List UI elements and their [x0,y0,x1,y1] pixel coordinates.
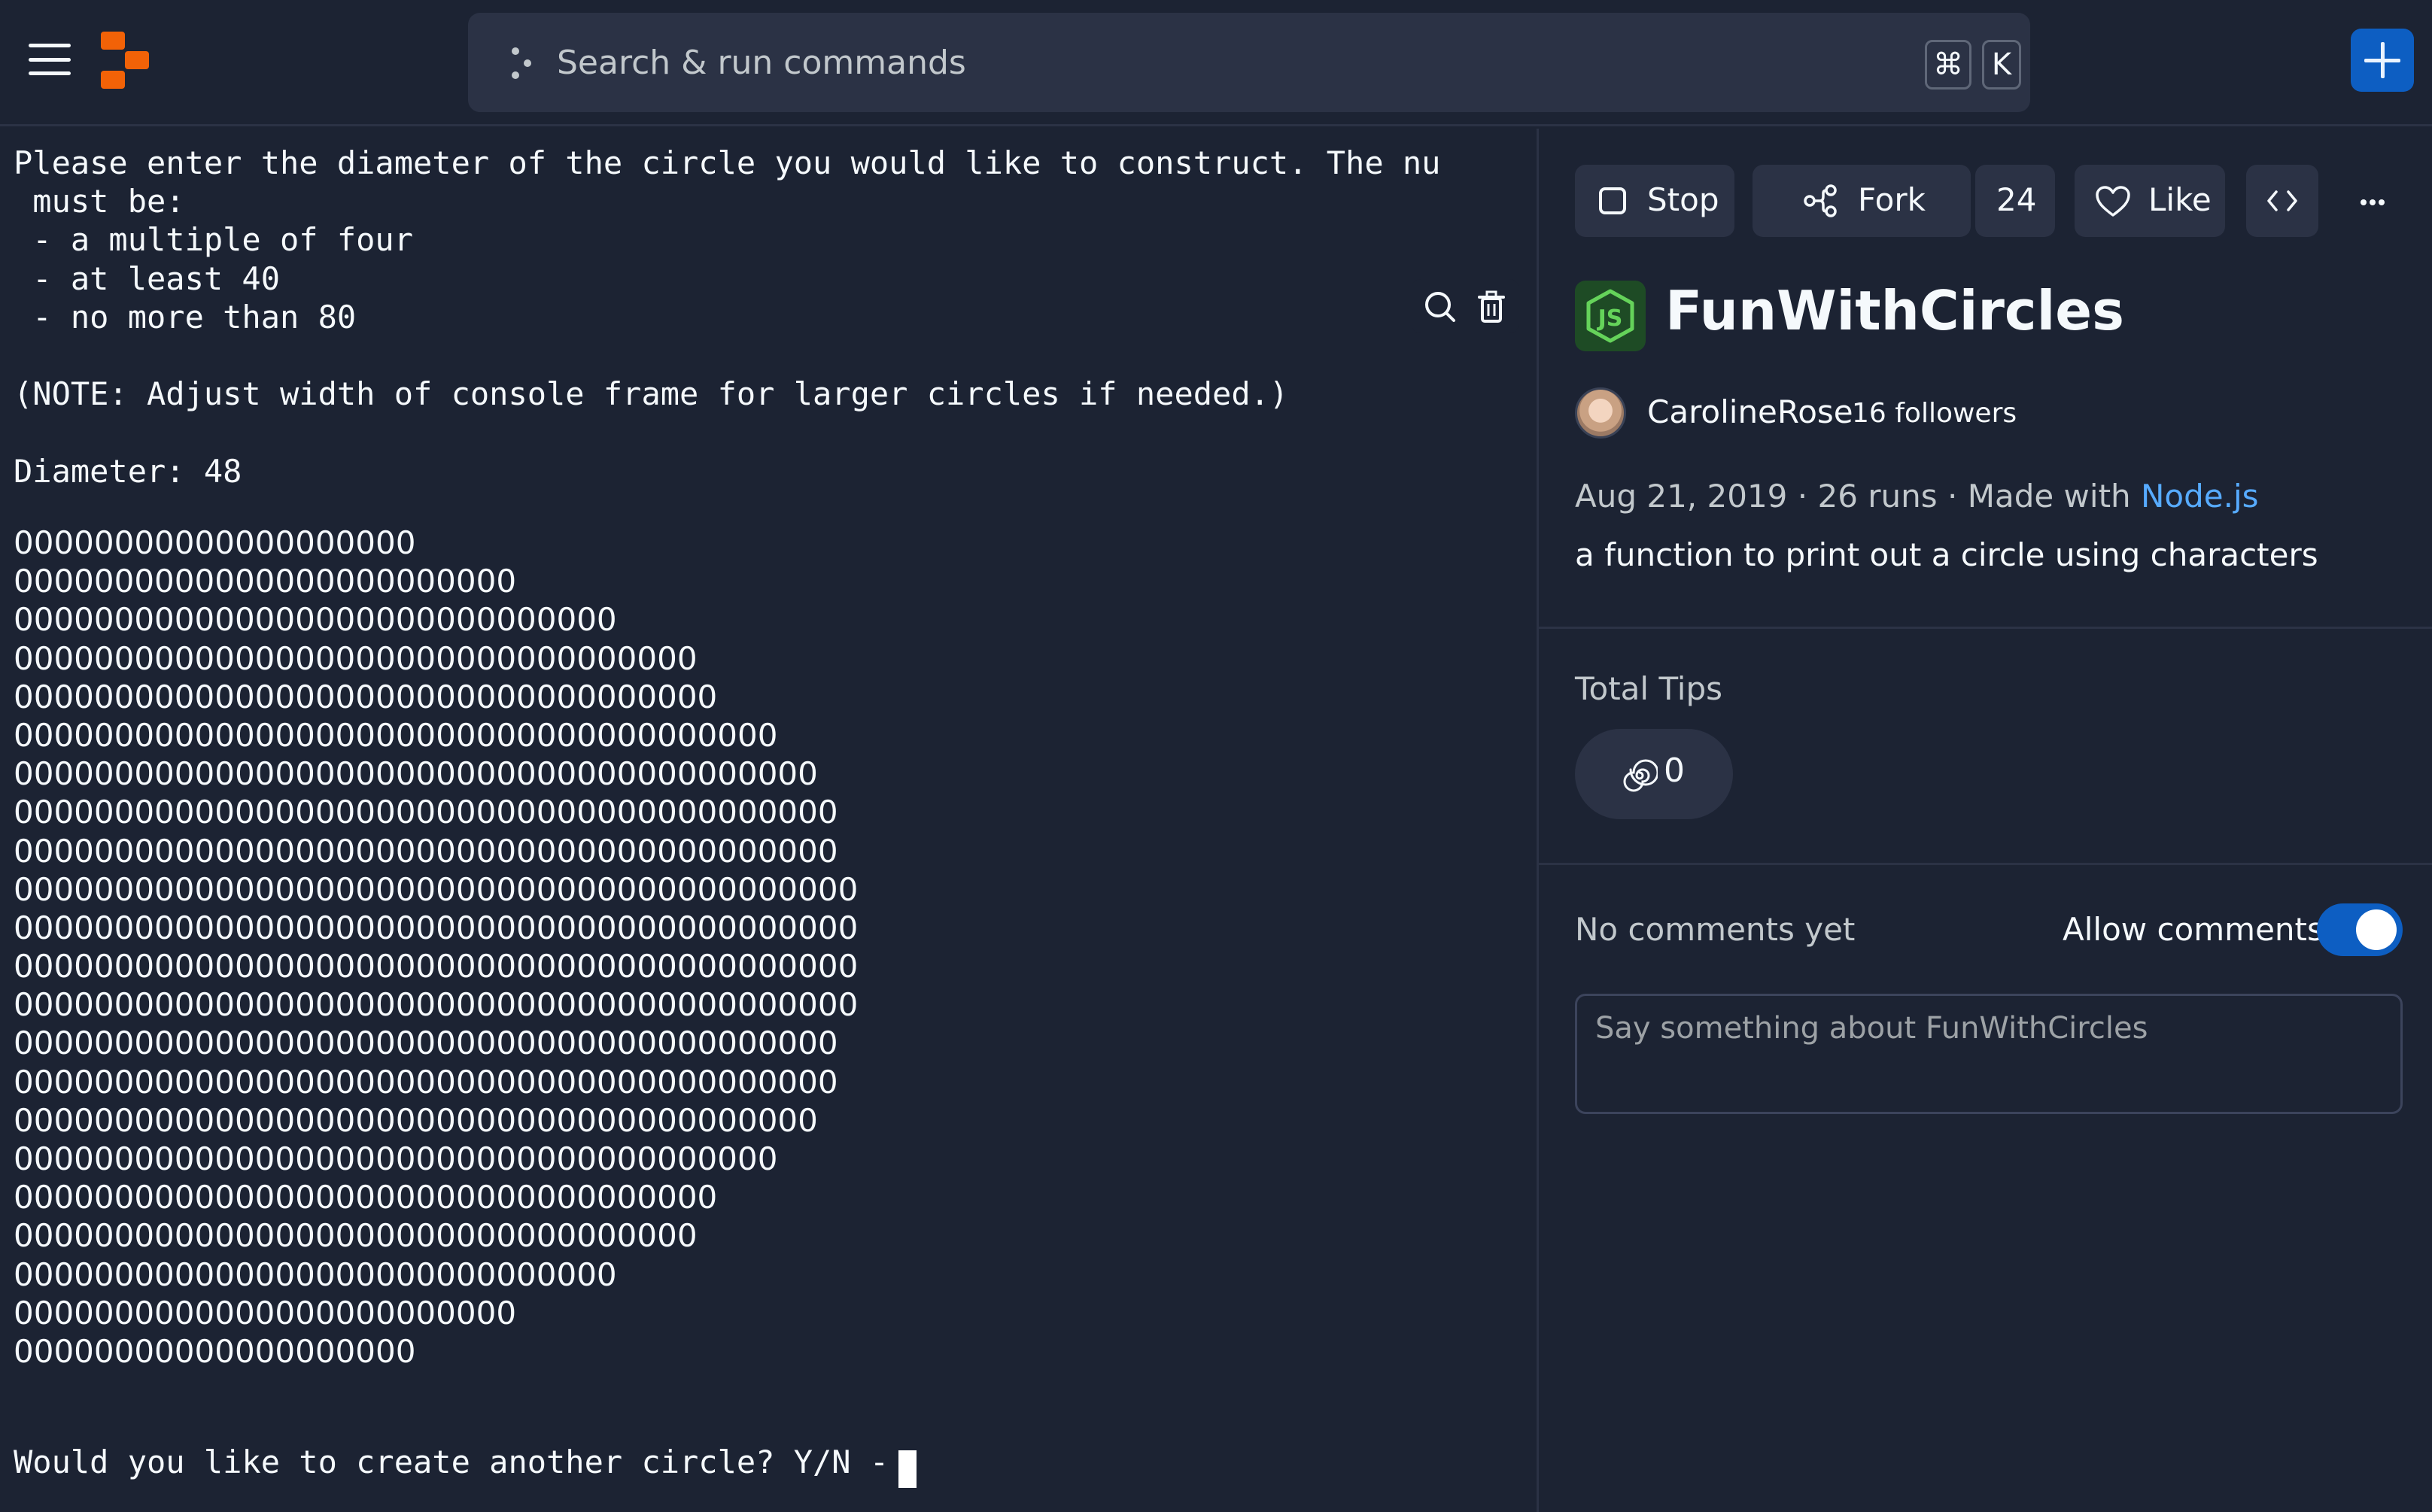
repl-title: FunWithCircles [1665,279,2124,342]
replit-logo[interactable] [101,32,149,89]
follower-count: 16 followers [1852,398,2017,429]
repl-description: a function to print out a circle using c… [1575,536,2318,573]
no-comments-text: No comments yet [1575,911,1856,948]
allow-comments-toggle[interactable] [2317,903,2403,956]
svg-text:JS: JS [1597,305,1623,332]
circle-row: 0000000000000000000000000000000000000000… [14,1025,838,1062]
like-label: Like [2148,181,2212,218]
language-link[interactable]: Node.js [2141,478,2259,515]
run-count: 26 runs [1817,478,1938,515]
circle-row: 00000000000000000000000000000000000000 [14,716,778,754]
command-search-bar[interactable]: ⌘ K [468,13,2030,112]
embed-button[interactable] [2246,165,2318,237]
circle-row: 0000000000000000000000000000000000000000… [14,909,859,946]
circle-row: 0000000000000000000000000000000000000000… [14,870,859,908]
circle-row: 0000000000000000000000000 [14,563,517,600]
console-intro-line: Please enter the diameter of the circle … [14,144,1441,181]
circle-row: 000000000000000000000000000000 [14,1255,617,1293]
allow-comments-label: Allow comments [2063,911,2324,948]
create-repl-button[interactable] [2351,29,2414,92]
console-output: Please enter the diameter of the circle … [14,144,1534,490]
console-instructions: must be: - a multiple of four - at least… [14,183,1289,490]
stop-button[interactable]: Stop [1575,165,1734,237]
shortcut-cmd-key: ⌘ [1925,40,1971,90]
nodejs-icon: JS [1575,281,1646,351]
search-icon[interactable] [1418,285,1463,329]
stop-label: Stop [1647,181,1719,218]
code-icon [2267,190,2297,211]
circle-output: 00000000000000000000 00000000000000000000… [14,524,992,1371]
author-name[interactable]: CarolineRose [1647,393,1853,430]
circle-row: 00000000000000000000000000000000000 [14,678,718,715]
fork-count[interactable]: 24 [1975,165,2055,237]
fork-button[interactable]: Fork [1753,165,1971,237]
repl-info-panel: Stop Fork 24 Like JS FunWithCircles Caro… [1539,129,2432,1512]
circle-row: 0000000000000000000000000000000000000000 [14,1101,818,1139]
cycles-icon [1623,759,1658,792]
circle-row: 0000000000000000000000000 [14,1294,517,1331]
author-avatar[interactable] [1575,387,1626,439]
circle-row: 0000000000000000000000000000000000000000 [14,755,818,793]
toggle-knob [2356,909,2397,950]
circle-row: 00000000000000000000000000000000000000 [14,1140,778,1177]
repl-meta: Aug 21, 2019 · 26 runs · Made with Node.… [1575,478,2259,515]
trash-icon[interactable] [1469,285,1514,329]
circle-row: 0000000000000000000000000000000000 [14,639,698,677]
fork-label: Fork [1858,181,1926,218]
circle-row: 00000000000000000000000000000000000 [14,1179,718,1216]
tip-count: 0 [1664,751,1685,790]
circle-row: 00000000000000000000 [14,1332,416,1370]
shortcut-k-key: K [1982,40,2021,90]
meta-separator: · [1787,478,1818,515]
repl-date: Aug 21, 2019 [1575,478,1788,515]
search-input[interactable] [557,35,1535,90]
fork-icon [1804,184,1837,217]
circle-row: 0000000000000000000000000000000000000000… [14,794,838,831]
circle-row: 0000000000000000000000000000000000000000… [14,832,838,870]
tips-label: Total Tips [1575,670,1723,707]
top-bar: ⌘ K [0,0,2432,126]
circle-row: 0000000000000000000000000000000000000000… [14,986,859,1024]
more-icon[interactable] [2344,174,2401,231]
like-button[interactable]: Like [2075,165,2225,237]
section-divider [1539,863,2432,865]
circle-row: 0000000000000000000000000000000000000000… [14,1063,838,1101]
console-panel[interactable]: Please enter the diameter of the circle … [0,129,1537,1512]
console-cursor[interactable] [898,1450,917,1488]
console-prompt: Would you like to create another circle?… [14,1444,908,1480]
circle-row: 000000000000000000000000000000 [14,601,617,639]
heart-icon [2096,186,2130,217]
made-with-label: Made with [1967,478,2142,515]
fork-count-value: 24 [1996,181,2037,218]
command-dots-icon [510,47,537,82]
section-divider [1539,627,2432,629]
meta-separator: · [1937,478,1968,515]
circle-row: 00000000000000000000 [14,524,416,561]
comment-input[interactable] [1575,994,2403,1114]
circle-row: 0000000000000000000000000000000000000000… [14,948,859,985]
console-toolbar [1412,279,1518,333]
menu-icon[interactable] [29,44,71,75]
circle-row: 0000000000000000000000000000000000 [14,1217,698,1255]
stop-icon [1599,187,1626,214]
tip-button[interactable]: 0 [1575,729,1733,819]
